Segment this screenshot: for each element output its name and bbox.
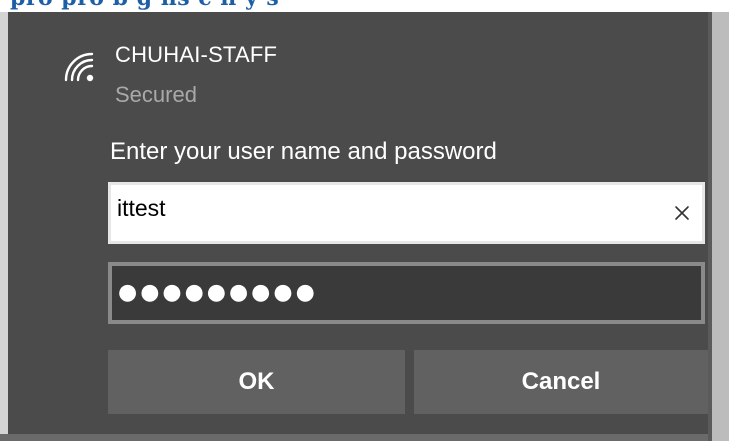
network-name: CHUHAI-STAFF	[115, 42, 278, 67]
close-icon[interactable]	[672, 203, 692, 223]
username-value: ittest	[117, 195, 166, 221]
ok-button[interactable]: OK	[108, 350, 405, 414]
credentials-prompt: Enter your user name and password	[110, 138, 497, 165]
password-input[interactable]: ●●●●●●●●●	[108, 262, 705, 324]
scrollbar[interactable]	[708, 12, 729, 441]
background-page-text: pro pro b g ns c n y s	[0, 0, 729, 12]
password-masked-value: ●●●●●●●●●	[118, 280, 318, 305]
wifi-signal-icon	[64, 52, 94, 82]
bottom-edge	[0, 434, 708, 441]
network-security-status: Secured	[115, 82, 197, 107]
username-input[interactable]: ittest	[108, 182, 705, 244]
background-edge	[0, 12, 8, 434]
cancel-button[interactable]: Cancel	[414, 350, 708, 414]
scrollbar-thumb[interactable]	[708, 12, 712, 441]
